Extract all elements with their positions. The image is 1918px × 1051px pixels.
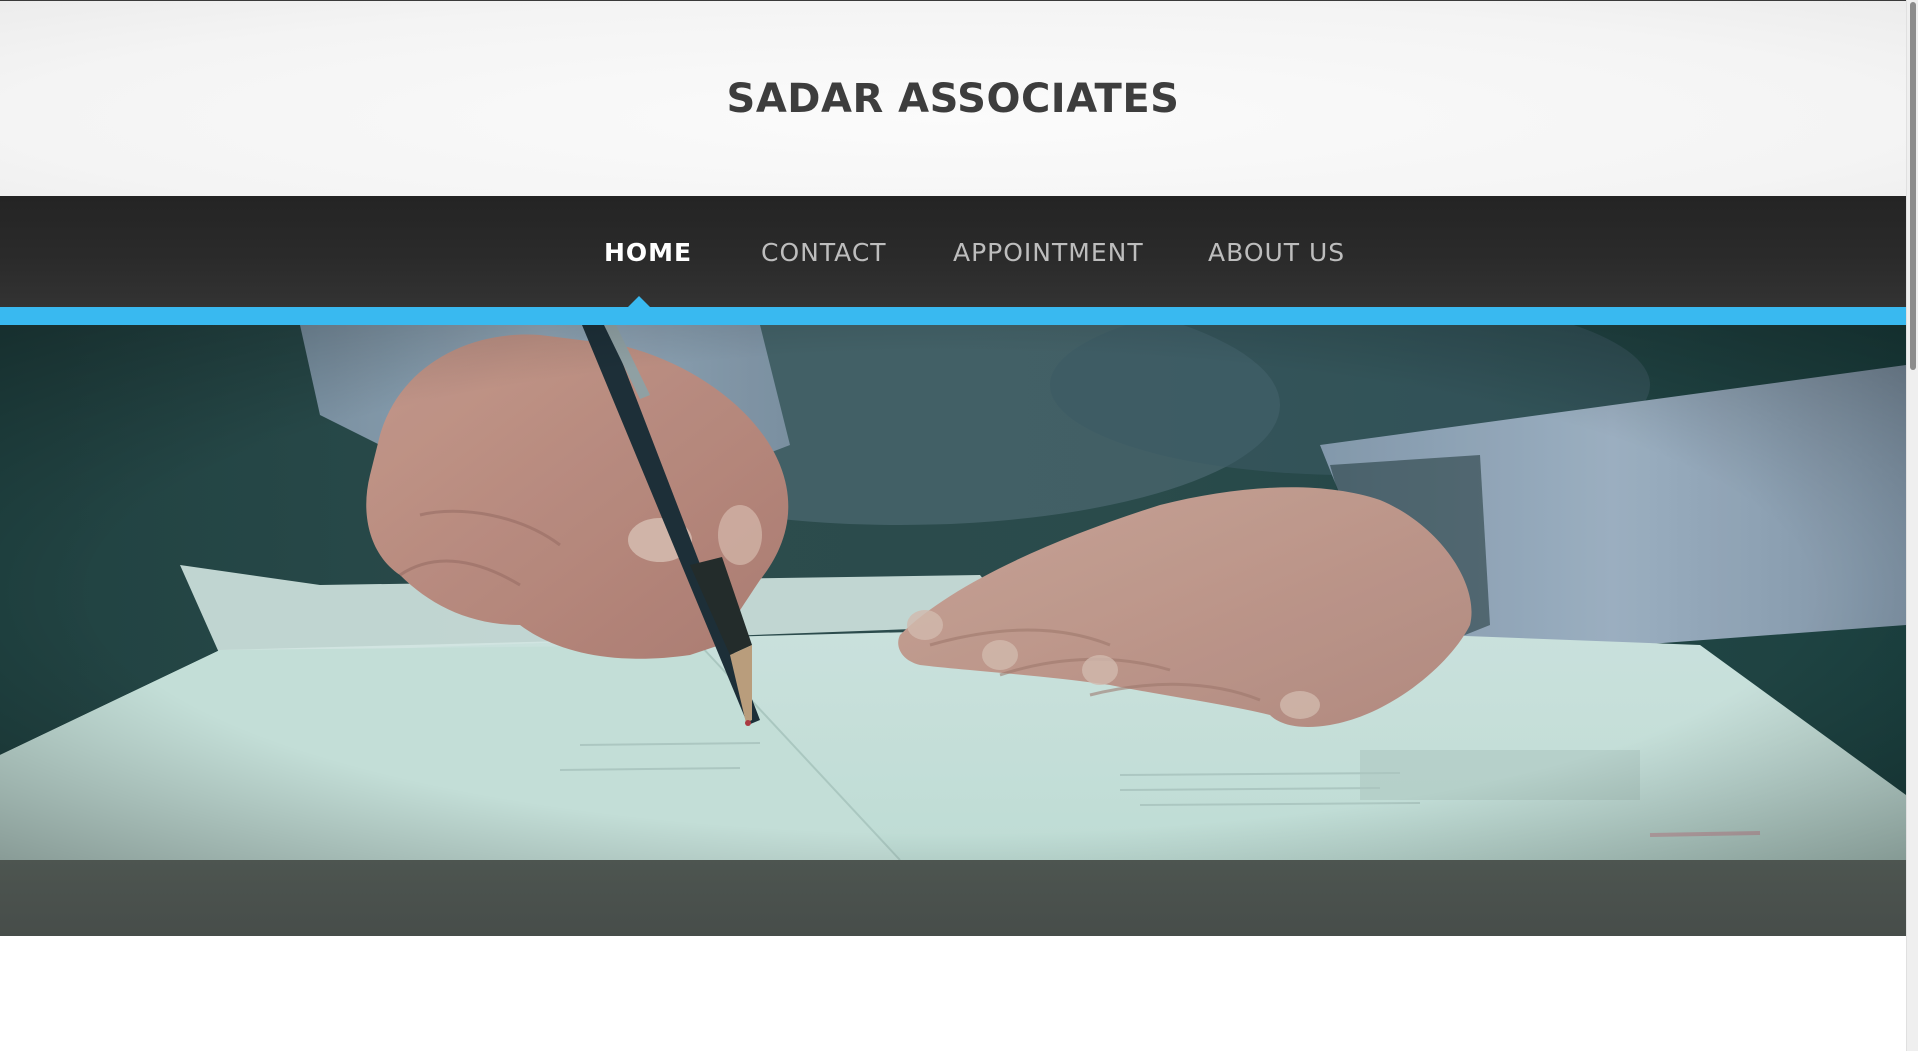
site-title[interactable]: SADAR ASSOCIATES xyxy=(0,76,1906,122)
vertical-scrollbar[interactable] xyxy=(1906,0,1918,1051)
accent-bar xyxy=(0,307,1906,325)
page: SADAR ASSOCIATES HOME CONTACT APPOINTMEN… xyxy=(0,0,1918,1051)
nav-item-appointment[interactable]: APPOINTMENT xyxy=(953,238,1144,267)
nav-item-contact[interactable]: CONTACT xyxy=(761,238,887,267)
nav-item-about-us[interactable]: ABOUT US xyxy=(1208,238,1345,267)
site-header: SADAR ASSOCIATES xyxy=(0,1,1906,196)
nav-item-home[interactable]: HOME xyxy=(604,238,692,267)
hero-footer-band xyxy=(0,860,1906,936)
nav-list: HOME CONTACT APPOINTMENT ABOUT US xyxy=(0,196,1906,307)
main-navigation: HOME CONTACT APPOINTMENT ABOUT US xyxy=(0,196,1906,307)
hero-banner-image xyxy=(0,325,1906,860)
active-nav-indicator xyxy=(628,296,650,307)
content-area xyxy=(0,936,1906,1051)
scrollbar-thumb[interactable] xyxy=(1910,2,1916,370)
